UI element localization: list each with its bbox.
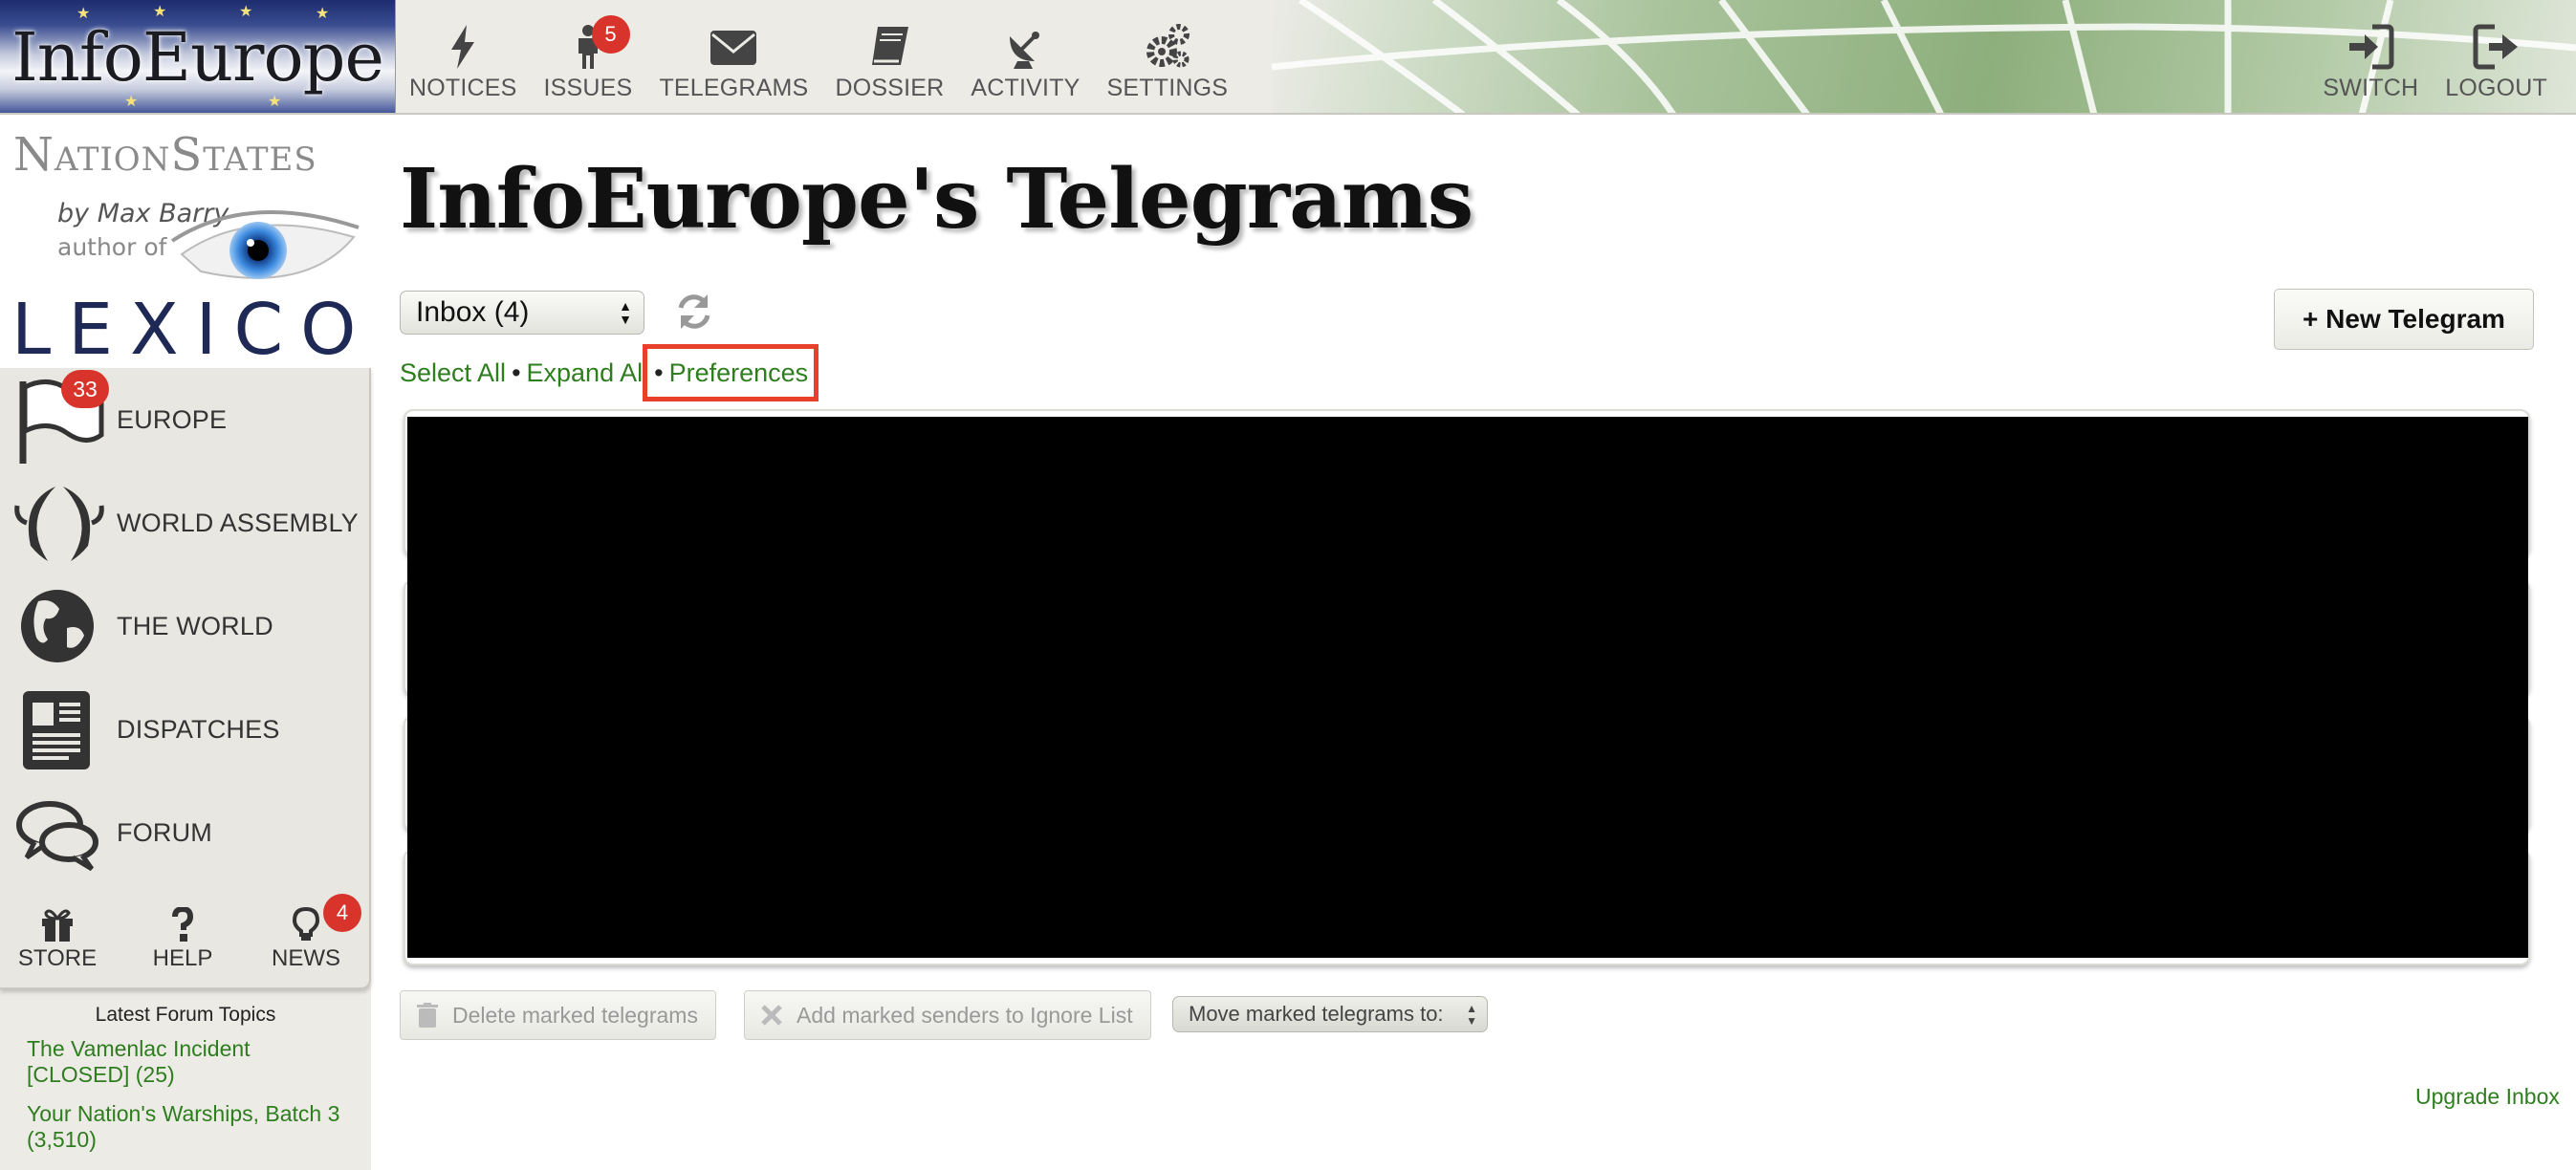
news-label: NEWS [272, 945, 340, 971]
sidebar-item-label: EUROPE [117, 404, 228, 434]
nav-notices[interactable]: NOTICES [396, 0, 531, 113]
select-arrows-icon: ▲ ▼ [619, 298, 632, 327]
refresh-icon[interactable] [673, 291, 715, 333]
sidebar-item-label: THE WORLD [117, 611, 273, 640]
help-link[interactable]: HELP [125, 896, 240, 982]
select-arrows-icon: ▲ ▼ [1466, 1002, 1477, 1028]
news-link[interactable]: NEWS 4 [249, 894, 363, 982]
newspaper-icon [23, 691, 90, 769]
store-label: STORE [17, 945, 98, 971]
sidebar-item-forum[interactable]: FORUM [0, 781, 371, 884]
globe-icon [21, 590, 94, 662]
account-nav: SWITCH LOGOUT [2309, 0, 2561, 113]
move-select-value: Move marked telegrams to: [1189, 1002, 1444, 1026]
expand-all-link[interactable]: Expand All [527, 358, 649, 388]
delete-marked-button[interactable]: Delete marked telegrams [400, 990, 716, 1040]
forum-topic-link[interactable]: Your Nation's Warships, Batch 3 (3,510) [27, 1101, 344, 1153]
satellite-dish-icon [1010, 32, 1040, 69]
nav-label: ACTIVITY [971, 75, 1081, 101]
question-icon [172, 907, 194, 942]
star-icon: ★ [76, 6, 91, 22]
region-count-badge: 33 [61, 370, 109, 408]
close-icon [761, 1005, 782, 1026]
sidebar-item-label: FORUM [117, 817, 212, 847]
redacted-content-block [407, 417, 2528, 958]
nav-telegrams[interactable]: TELEGRAMS [645, 0, 821, 113]
nav-label: LOGOUT [2445, 75, 2547, 101]
forum-topic-link[interactable]: The Vamenlac Incident [CLOSED] (25) [27, 1036, 344, 1088]
delete-marked-label: Delete marked telegrams [452, 1002, 698, 1028]
star-icon: ★ [316, 6, 330, 22]
star-icon: ★ [124, 94, 139, 110]
sidebar-item-label: WORLD ASSEMBLY [117, 508, 359, 537]
sign-out-icon [2473, 24, 2518, 70]
new-telegram-button[interactable]: + New Telegram [2274, 289, 2534, 350]
sidebar-quick-links: STORE HELP NEWS 4 [0, 894, 371, 982]
nav-issues[interactable]: ISSUES 5 [531, 0, 646, 113]
nationstates-title: NationStates [13, 128, 317, 182]
move-telegrams-select[interactable]: Move marked telegrams to: ▲ ▼ [1172, 996, 1488, 1032]
nationstates-banner[interactable]: NationStates by Max Barry author of LEXI… [0, 115, 371, 368]
ignore-senders-label: Add marked senders to Ignore List [797, 1002, 1133, 1028]
nav-label: NOTICES [409, 75, 517, 101]
store-link[interactable]: STORE [0, 896, 115, 982]
folder-select[interactable]: Inbox (4) ▲ ▼ [400, 291, 644, 335]
app-root: ★ ★ ★ ★ ★ ★ InfoEurope NOTICES ISSUES 5 [0, 0, 2576, 1170]
book-icon [872, 27, 909, 65]
laurel-icon [14, 487, 104, 561]
logo[interactable]: ★ ★ ★ ★ ★ ★ InfoEurope [0, 0, 396, 113]
gears-icon [1146, 24, 1190, 68]
nav-switch[interactable]: SWITCH [2309, 0, 2432, 113]
select-all-link[interactable]: Select All [400, 358, 506, 388]
nav-label: ISSUES [543, 75, 633, 101]
nav-label: SWITCH [2323, 75, 2419, 101]
nav-settings[interactable]: SETTINGS [1094, 0, 1242, 113]
separator: • [512, 358, 521, 387]
sidebar: NationStates by Max Barry author of LEXI… [0, 115, 371, 1170]
sidebar-item-dispatches[interactable]: DISPATCHES [0, 678, 371, 781]
news-count-badge: 4 [323, 894, 361, 932]
logo-text: InfoEurope [11, 18, 384, 97]
bolt-icon [451, 25, 475, 69]
nav-label: DOSSIER [835, 75, 945, 101]
forum-topics-heading: Latest Forum Topics [95, 1004, 276, 1026]
folder-select-value: Inbox (4) [416, 296, 530, 328]
lexicon-title: LEXICON [11, 289, 371, 368]
lightbulb-icon [292, 907, 320, 941]
sidebar-item-label: DISPATCHES [117, 714, 280, 744]
nav-activity[interactable]: ACTIVITY [957, 0, 1093, 113]
gift-icon [42, 909, 73, 942]
star-icon: ★ [153, 4, 167, 20]
trash-icon [417, 1003, 438, 1028]
sidebar-item-the-world[interactable]: THE WORLD [0, 574, 371, 678]
author-of-text: author of [57, 233, 167, 261]
sidebar-item-world-assembly[interactable]: WORLD ASSEMBLY [0, 471, 371, 574]
telegram-list [400, 409, 2534, 967]
preferences-highlight-box [643, 344, 819, 401]
nav-label: TELEGRAMS [659, 75, 809, 101]
page-title: InfoEurope's Telegrams [400, 151, 1474, 248]
envelope-icon [710, 31, 757, 65]
nav-label: SETTINGS [1106, 75, 1229, 101]
sign-in-icon [2349, 24, 2394, 70]
speech-bubbles-icon [16, 801, 98, 872]
top-bar: ★ ★ ★ ★ ★ ★ InfoEurope NOTICES ISSUES 5 [0, 0, 2576, 115]
sidebar-item-europe[interactable]: 33 EUROPE [0, 368, 371, 471]
ignore-senders-button[interactable]: Add marked senders to Ignore List [744, 990, 1151, 1040]
sidebar-nav: 33 EUROPE WORLD ASSEMBLY THE WORLD DISPA… [0, 368, 371, 989]
star-icon: ★ [239, 4, 253, 20]
issues-count-badge: 5 [591, 15, 630, 54]
star-icon: ★ [268, 94, 282, 110]
upgrade-inbox-link[interactable]: Upgrade Inbox [2415, 1084, 2560, 1110]
help-label: HELP [152, 945, 213, 971]
nav-logout[interactable]: LOGOUT [2432, 0, 2561, 113]
main-nav: NOTICES ISSUES 5 TELEGRAMS DOSSIER ACTIV… [396, 0, 1242, 113]
nav-dossier[interactable]: DOSSIER [821, 0, 957, 113]
latest-forum-topics: Latest Forum Topics The Vamenlac Inciden… [0, 1004, 371, 1166]
